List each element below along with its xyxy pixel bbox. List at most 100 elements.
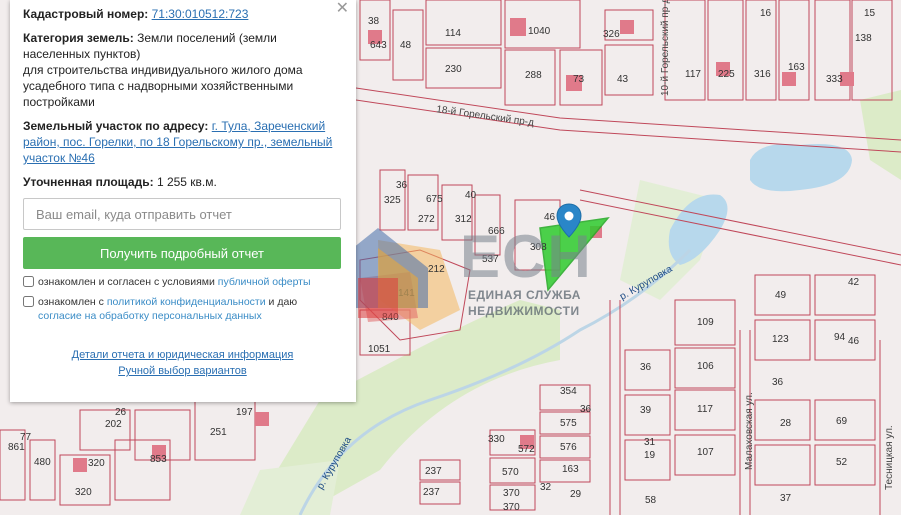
area-row: Уточненная площадь: 1 255 кв.м. bbox=[23, 174, 342, 190]
svg-text:36: 36 bbox=[640, 362, 652, 373]
svg-text:354: 354 bbox=[560, 386, 577, 397]
svg-text:77: 77 bbox=[20, 432, 32, 443]
footer-links: Детали отчета и юридическая информация Р… bbox=[23, 347, 342, 379]
close-icon[interactable]: ✕ bbox=[336, 1, 349, 17]
usage-value: для строительства индивидуального жилого… bbox=[23, 63, 303, 109]
svg-text:28: 28 bbox=[780, 418, 792, 429]
consent-offer-text: ознакомлен и согласен с условиями bbox=[38, 276, 215, 288]
svg-text:237: 237 bbox=[423, 487, 440, 498]
manual-selection-link[interactable]: Ручной выбор вариантов bbox=[118, 365, 246, 377]
svg-text:123: 123 bbox=[772, 334, 789, 345]
consent-offer: ознакомлен и согласен с условиями публич… bbox=[23, 275, 342, 289]
svg-text:333: 333 bbox=[826, 74, 843, 85]
svg-text:107: 107 bbox=[697, 447, 714, 458]
cadastral-number-link[interactable]: 71:30:010512:723 bbox=[152, 7, 249, 21]
category-row: Категория земель: Земли поселений (земли… bbox=[23, 30, 342, 110]
svg-text:643: 643 bbox=[370, 40, 387, 51]
svg-text:675: 675 bbox=[426, 194, 443, 205]
svg-text:370: 370 bbox=[503, 488, 520, 499]
svg-text:202: 202 bbox=[105, 419, 122, 430]
svg-text:197: 197 bbox=[236, 407, 253, 418]
privacy-policy-link[interactable]: политикой конфиденциальности bbox=[107, 296, 266, 308]
svg-text:36: 36 bbox=[580, 404, 592, 415]
svg-text:320: 320 bbox=[75, 487, 92, 498]
cadastral-label: Кадастровый номер: bbox=[23, 7, 149, 21]
svg-text:330: 330 bbox=[488, 434, 505, 445]
svg-text:106: 106 bbox=[697, 361, 714, 372]
svg-text:52: 52 bbox=[836, 457, 848, 468]
svg-text:163: 163 bbox=[562, 464, 579, 475]
svg-text:36: 36 bbox=[772, 377, 784, 388]
svg-text:575: 575 bbox=[560, 418, 577, 429]
svg-text:37: 37 bbox=[780, 493, 792, 504]
svg-text:16: 16 bbox=[760, 8, 772, 19]
svg-text:46: 46 bbox=[848, 336, 860, 347]
svg-text:1051: 1051 bbox=[368, 344, 391, 355]
email-input[interactable] bbox=[23, 198, 341, 230]
parcel-info-panel: ✕ Кадастровый номер: 71:30:010512:723 Ка… bbox=[10, 0, 356, 402]
logo-text-line1: ЕДИНАЯ СЛУЖБА bbox=[468, 288, 581, 302]
street-label: Тесницкая ул. bbox=[884, 425, 895, 490]
privacy-checkbox[interactable] bbox=[23, 296, 34, 307]
logo-text-line2: НЕДВИЖИМОСТИ bbox=[468, 304, 580, 318]
svg-text:572: 572 bbox=[518, 444, 535, 455]
svg-text:114: 114 bbox=[445, 28, 461, 39]
street-label: Малаховская ул. bbox=[744, 392, 755, 470]
svg-text:42: 42 bbox=[848, 277, 860, 288]
svg-text:163: 163 bbox=[788, 62, 805, 73]
svg-text:38: 38 bbox=[368, 16, 380, 27]
svg-text:326: 326 bbox=[603, 29, 620, 40]
svg-text:251: 251 bbox=[210, 427, 227, 438]
cadastral-row: Кадастровый номер: 71:30:010512:723 bbox=[23, 6, 342, 22]
consent-privacy-mid: и даю bbox=[268, 296, 298, 308]
street-label: 10-й Горельский пр-д bbox=[660, 0, 671, 96]
svg-text:40: 40 bbox=[465, 190, 477, 201]
svg-text:58: 58 bbox=[645, 495, 657, 506]
consent-privacy-text: ознакомлен с bbox=[38, 296, 104, 308]
svg-text:26: 26 bbox=[115, 407, 127, 418]
data-consent-link[interactable]: согласие на обработку персональных данны… bbox=[38, 310, 262, 322]
svg-text:94: 94 bbox=[834, 332, 846, 343]
svg-text:480: 480 bbox=[34, 457, 51, 468]
svg-text:138: 138 bbox=[855, 33, 872, 44]
svg-text:31: 31 bbox=[644, 437, 656, 448]
svg-text:43: 43 bbox=[617, 74, 629, 85]
category-label: Категория земель: bbox=[23, 31, 134, 45]
svg-text:316: 316 bbox=[754, 69, 771, 80]
svg-text:225: 225 bbox=[718, 69, 735, 80]
svg-text:370: 370 bbox=[503, 502, 520, 513]
svg-text:19: 19 bbox=[644, 450, 656, 461]
svg-text:69: 69 bbox=[836, 416, 848, 427]
svg-text:117: 117 bbox=[697, 404, 713, 415]
area-value: 1 255 кв.м. bbox=[156, 175, 217, 189]
svg-text:861: 861 bbox=[8, 442, 25, 453]
consent-privacy: ознакомлен с политикой конфиденциальност… bbox=[23, 295, 342, 323]
svg-text:36: 36 bbox=[396, 180, 408, 191]
svg-text:1040: 1040 bbox=[528, 26, 551, 37]
report-details-link[interactable]: Детали отчета и юридическая информация bbox=[72, 349, 294, 361]
svg-text:48: 48 bbox=[400, 40, 412, 51]
public-offer-link[interactable]: публичной оферты bbox=[218, 276, 311, 288]
address-label: Земельный участок по адресу: bbox=[23, 119, 209, 133]
svg-text:32: 32 bbox=[540, 482, 552, 493]
area-label: Уточненная площадь: bbox=[23, 175, 154, 189]
svg-text:853: 853 bbox=[150, 454, 167, 465]
svg-text:39: 39 bbox=[640, 405, 652, 416]
get-report-button[interactable]: Получить подробный отчет bbox=[23, 237, 341, 269]
svg-text:109: 109 bbox=[697, 317, 714, 328]
svg-text:49: 49 bbox=[775, 290, 787, 301]
svg-text:237: 237 bbox=[425, 466, 442, 477]
svg-text:15: 15 bbox=[864, 8, 876, 19]
svg-text:325: 325 bbox=[384, 195, 401, 206]
svg-text:230: 230 bbox=[445, 64, 462, 75]
svg-text:73: 73 bbox=[573, 74, 585, 85]
offer-checkbox[interactable] bbox=[23, 276, 34, 287]
location-pin-icon[interactable] bbox=[556, 203, 582, 239]
svg-text:576: 576 bbox=[560, 442, 577, 453]
svg-text:29: 29 bbox=[570, 489, 582, 500]
svg-text:320: 320 bbox=[88, 458, 105, 469]
svg-text:288: 288 bbox=[525, 70, 542, 81]
address-row: Земельный участок по адресу: г. Тула, За… bbox=[23, 118, 342, 166]
svg-text:117: 117 bbox=[685, 69, 701, 80]
svg-text:570: 570 bbox=[502, 467, 519, 478]
